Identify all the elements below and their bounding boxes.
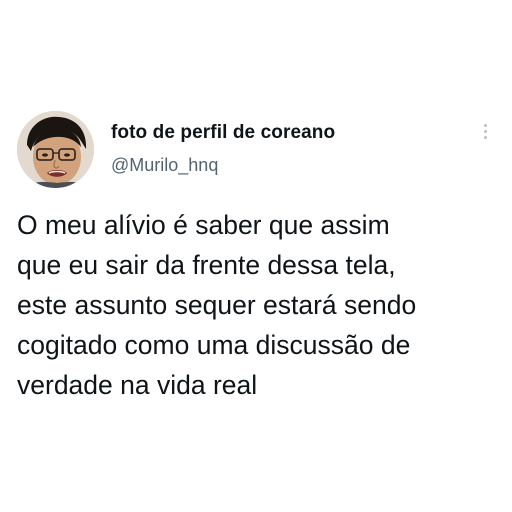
tweet-text-line: verdade na vida real (17, 370, 258, 400)
display-name[interactable]: foto de perfil de coreano (111, 122, 335, 144)
profile-photo (17, 111, 94, 188)
tweet-text-line: cogitado como uma discussão de (17, 330, 411, 360)
more-vertical-icon[interactable] (478, 122, 492, 146)
avatar[interactable] (17, 111, 94, 188)
tweet-text-line: O meu alívio é saber que assim (17, 210, 390, 240)
tweet-text: O meu alívio é saber que assim que eu sa… (17, 205, 497, 405)
tweet-card: foto de perfil de coreano @Murilo_hnq O … (0, 0, 512, 512)
tweet-text-line: este assunto sequer estará sendo (17, 290, 417, 320)
tweet-text-line: que eu sair da frente dessa tela, (17, 250, 396, 280)
user-handle[interactable]: @Murilo_hnq (111, 155, 218, 176)
